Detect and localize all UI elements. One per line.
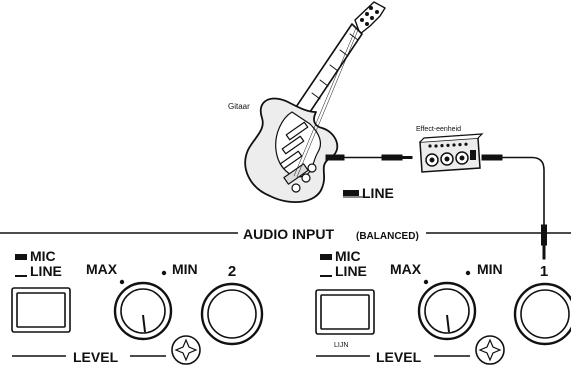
mic-line-switch[interactable]: [315, 289, 375, 335]
max-label: MAX: [86, 261, 118, 277]
input-jack[interactable]: [513, 282, 571, 346]
trim-screw[interactable]: [171, 335, 201, 365]
trim-screw[interactable]: [475, 335, 505, 365]
mic-label: MIC: [335, 248, 361, 264]
audio-input-connection-diagram: Gitaar Effect-eenheid LINE AUDIO INPUT (…: [0, 0, 571, 367]
line-switch-indicator: LINE: [343, 185, 394, 201]
input-jack[interactable]: [200, 282, 264, 346]
lijn-label: LIJN: [334, 342, 348, 349]
min-label: MIN: [172, 261, 198, 277]
channel-number: 2: [228, 263, 236, 280]
audio-input-title: AUDIO INPUT: [243, 226, 334, 242]
audio-input-header: AUDIO INPUT (BALANCED): [0, 226, 571, 242]
channel-1-panel: MIC LINE LIJN MAX MIN 1 LEVEL: [315, 248, 571, 365]
effect-unit-label: Effect-eenheid: [416, 126, 461, 133]
guitar-cable: [325, 154, 413, 161]
line-label: LINE: [30, 263, 62, 279]
level-label: LEVEL: [376, 349, 422, 365]
channel-number: 1: [540, 263, 548, 280]
guitar-illustration: [244, 1, 386, 203]
mic-label: MIC: [30, 248, 56, 264]
level-knob[interactable]: [417, 281, 477, 341]
balanced-label: (BALANCED): [356, 231, 419, 242]
line-switch-label: LINE: [362, 185, 394, 201]
guitar-label: Gitaar: [228, 102, 250, 111]
mic-line-switch[interactable]: [11, 287, 71, 333]
effect-unit-illustration: [419, 133, 484, 173]
line-label: LINE: [335, 263, 367, 279]
effect-output-cable: [481, 154, 547, 260]
max-label: MAX: [390, 261, 422, 277]
level-knob[interactable]: [113, 281, 173, 341]
channel-2-panel: MIC LINE MAX MIN 2 LEVEL: [11, 248, 264, 365]
min-label: MIN: [477, 261, 503, 277]
level-label: LEVEL: [73, 349, 119, 365]
